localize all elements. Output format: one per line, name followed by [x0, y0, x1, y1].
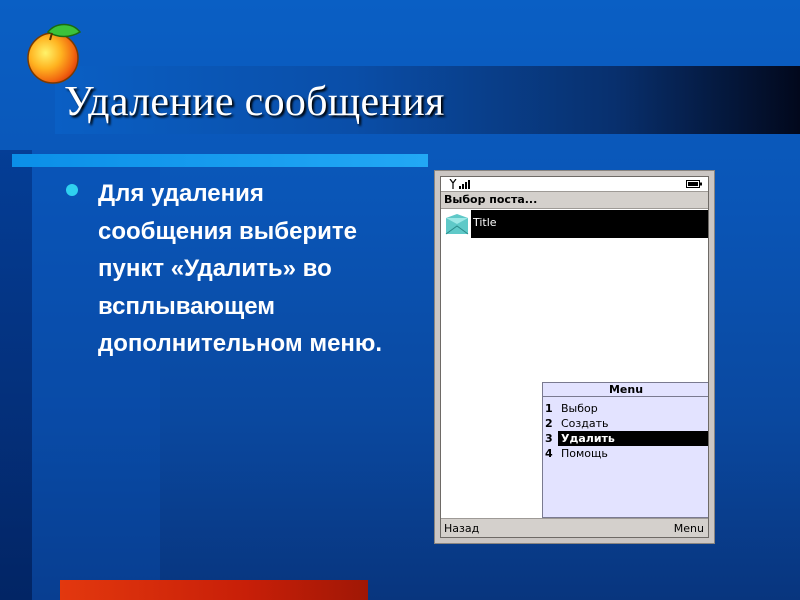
phone-emulator-screenshot: Выбор поста... Title Menu 1 Выбор 2 Созд… — [434, 170, 715, 544]
left-decor-panel — [0, 150, 32, 600]
menu-item-number: 1 — [545, 402, 553, 415]
signal-strength-icon — [449, 179, 470, 189]
context-menu: Menu 1 Выбор 2 Создать 3 Удалить 4 Помощ… — [542, 382, 708, 518]
screen-title-bar: Выбор поста... — [441, 191, 708, 209]
phone-screen: Выбор поста... Title Menu 1 Выбор 2 Созд… — [440, 176, 709, 538]
list-item-label: Title — [473, 216, 497, 229]
menu-item-label: Выбор — [561, 402, 598, 415]
list-item-label-highlight: Title — [471, 210, 708, 238]
slide: Удаление сообщения Для удаления сообщени… — [0, 0, 800, 600]
status-bar — [441, 177, 708, 191]
bottom-accent-bar — [60, 580, 368, 600]
menu-item-number: 2 — [545, 417, 553, 430]
menu-item-number: 3 — [545, 432, 553, 445]
accent-bar — [12, 154, 428, 167]
softkey-bar: Назад Menu — [441, 518, 708, 537]
softkey-back[interactable]: Назад — [444, 522, 479, 535]
screen-title: Выбор поста... — [444, 193, 538, 206]
menu-item-label: Создать — [561, 417, 609, 430]
bullet-dot-icon — [66, 184, 78, 196]
menu-item-number: 4 — [545, 447, 553, 460]
menu-item-select[interactable]: 1 Выбор — [543, 401, 708, 416]
message-list-item-icon — [443, 212, 471, 238]
menu-item-label: Удалить — [558, 431, 708, 446]
menu-item-help[interactable]: 4 Помощь — [543, 446, 708, 461]
apple-logo-icon — [27, 23, 82, 84]
menu-header: Menu — [543, 383, 708, 397]
menu-item-label: Помощь — [561, 447, 608, 460]
battery-icon — [686, 180, 702, 188]
slide-title: Удаление сообщения — [64, 79, 445, 125]
menu-item-create[interactable]: 2 Создать — [543, 416, 708, 431]
menu-item-delete[interactable]: 3 Удалить — [543, 431, 708, 446]
list-item[interactable]: Title — [441, 210, 708, 240]
softkey-menu[interactable]: Menu — [674, 522, 704, 535]
bullet-text: Для удаления сообщения выберите пункт «У… — [98, 180, 383, 357]
